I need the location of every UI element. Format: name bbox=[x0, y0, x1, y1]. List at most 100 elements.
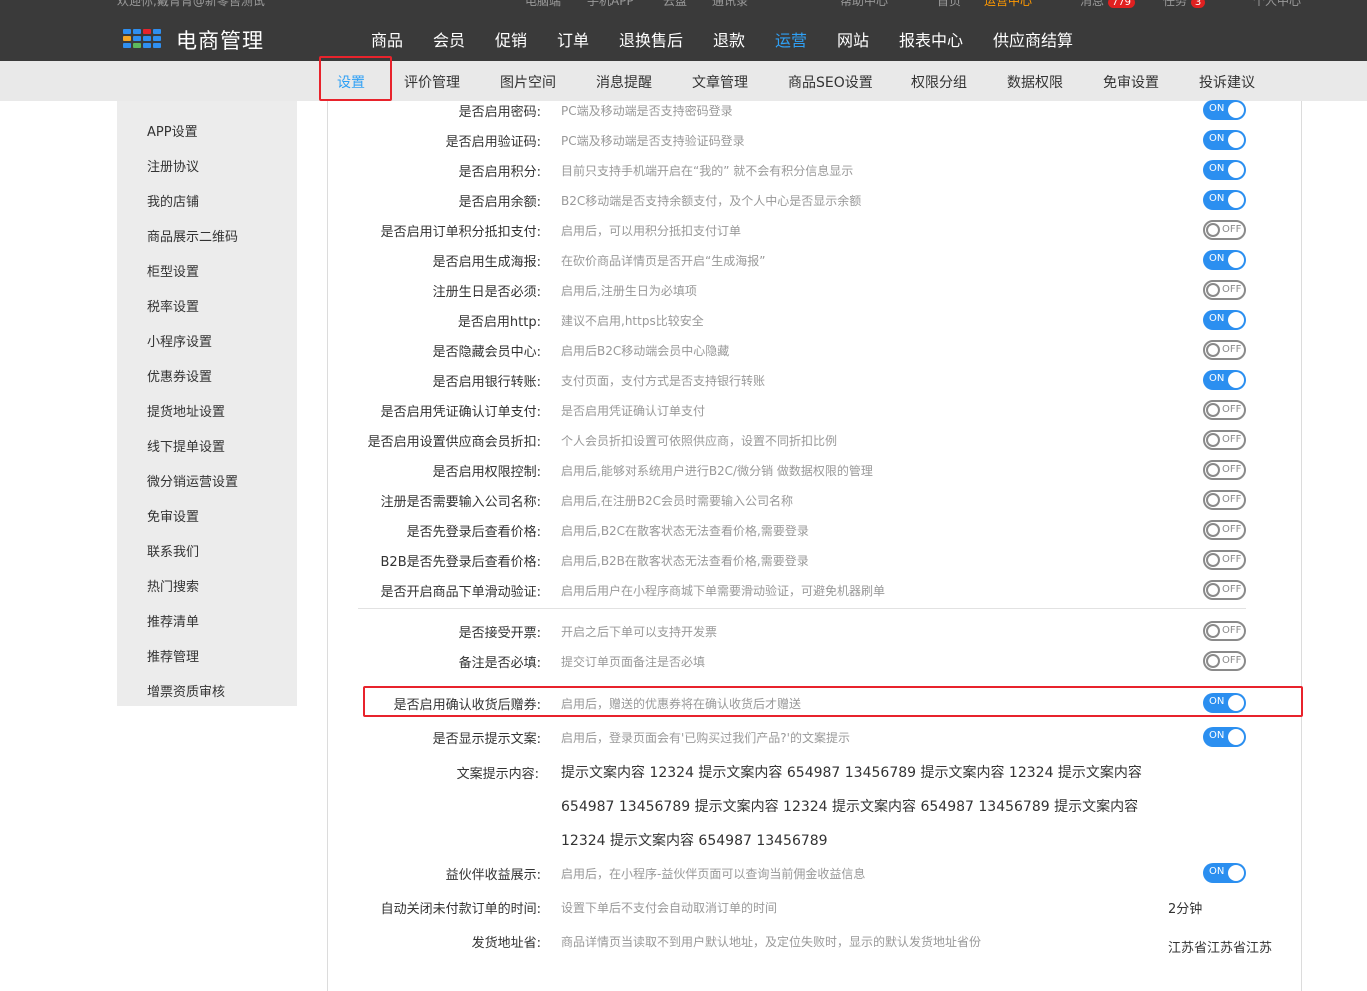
nav-orders[interactable]: 订单 bbox=[557, 27, 589, 51]
link-pc[interactable]: 电脑端 bbox=[525, 0, 561, 9]
setting-label: 是否启用验证码: bbox=[445, 135, 541, 150]
link-app[interactable]: 手机APP bbox=[587, 0, 634, 9]
toggle-knob bbox=[1206, 433, 1220, 447]
toggle-switch[interactable]: ON bbox=[1203, 190, 1246, 210]
tab-product-seo[interactable]: 商品SEO设置 bbox=[788, 72, 873, 92]
setting-row: 是否启用订单积分抵扣支付: 启用后，可以用积分抵扣支付订单 OFF bbox=[328, 220, 1303, 241]
sidebar-item-vat-qualification[interactable]: 增票资质审核 bbox=[147, 681, 225, 700]
sidebar-item-my-store[interactable]: 我的店铺 bbox=[147, 191, 199, 210]
toggle-switch[interactable]: OFF bbox=[1203, 520, 1246, 540]
toggle-switch[interactable]: OFF bbox=[1203, 280, 1246, 300]
toggle-switch[interactable]: OFF bbox=[1203, 460, 1246, 480]
toggle-state-text: OFF bbox=[1222, 584, 1242, 595]
sidebar-item-pickup-address[interactable]: 提货地址设置 bbox=[147, 401, 225, 420]
nav-operations[interactable]: 运营 bbox=[775, 27, 807, 51]
tip-content-text[interactable]: 提示文案内容 12324 提示文案内容 654987 13456789 提示文案… bbox=[561, 756, 1171, 858]
setting-label: 注册是否需要输入公司名称: bbox=[380, 495, 541, 510]
toggle-switch[interactable]: ON bbox=[1203, 250, 1246, 270]
setting-description: 启用后,在注册B2C会员时需要输入公司名称 bbox=[561, 494, 794, 508]
nav-supplier-settlement[interactable]: 供应商结算 bbox=[993, 27, 1073, 51]
toggle-state-text: ON bbox=[1209, 866, 1225, 877]
sidebar-item-contact-us[interactable]: 联系我们 bbox=[147, 541, 199, 560]
toggle-switch[interactable]: OFF bbox=[1203, 621, 1246, 641]
tab-articles[interactable]: 文章管理 bbox=[692, 72, 748, 92]
link-help[interactable]: 帮助中心 bbox=[840, 0, 888, 9]
toggle-switch[interactable]: ON bbox=[1203, 130, 1246, 150]
toggle-knob bbox=[1228, 865, 1244, 881]
toggle-switch[interactable]: ON bbox=[1203, 160, 1246, 180]
toggle-switch[interactable]: OFF bbox=[1203, 430, 1246, 450]
sidebar-item-cabinet-type[interactable]: 柜型设置 bbox=[147, 261, 199, 280]
sidebar-item-registration-agreement[interactable]: 注册协议 bbox=[147, 156, 199, 175]
toggle-switch[interactable]: OFF bbox=[1203, 220, 1246, 240]
tab-data-permissions[interactable]: 数据权限 bbox=[1007, 72, 1063, 92]
sidebar-item-exempt-review[interactable]: 免审设置 bbox=[147, 506, 199, 525]
toggle-state-text: OFF bbox=[1222, 434, 1242, 445]
setting-description: PC端及移动端是否支持验证码登录 bbox=[561, 134, 745, 148]
nav-returns[interactable]: 退换售后 bbox=[619, 27, 683, 51]
tab-image-space[interactable]: 图片空间 bbox=[500, 72, 556, 92]
toggle-switch[interactable]: ON bbox=[1203, 727, 1246, 747]
toggle-knob bbox=[1228, 372, 1244, 388]
toggle-switch[interactable]: OFF bbox=[1203, 400, 1246, 420]
tab-exempt-review[interactable]: 免审设置 bbox=[1103, 72, 1159, 92]
nav-refunds[interactable]: 退款 bbox=[713, 27, 745, 51]
toggle-switch[interactable]: OFF bbox=[1203, 490, 1246, 510]
toggle-state-text: OFF bbox=[1222, 625, 1242, 636]
link-tasks[interactable]: 任务 3 bbox=[1163, 0, 1206, 9]
sidebar-item-micro-distribution[interactable]: 微分销运营设置 bbox=[147, 471, 238, 490]
toggle-switch[interactable]: OFF bbox=[1203, 580, 1246, 600]
sidebar-item-product-qrcode[interactable]: 商品展示二维码 bbox=[147, 226, 238, 245]
link-cloud[interactable]: 云盘 bbox=[663, 0, 687, 9]
toggle-state-text: OFF bbox=[1222, 655, 1242, 666]
nav-reports[interactable]: 报表中心 bbox=[899, 27, 963, 51]
brand-logo[interactable]: 电商管理 bbox=[123, 25, 264, 55]
toggle-knob bbox=[1206, 223, 1220, 237]
tab-reviews[interactable]: 评价管理 bbox=[404, 72, 460, 92]
toggle-knob bbox=[1228, 729, 1244, 745]
setting-description: 启用后,B2C在散客状态无法查看价格,需要登录 bbox=[561, 524, 809, 538]
tab-complaints[interactable]: 投诉建议 bbox=[1199, 72, 1255, 92]
toggle-switch[interactable]: ON bbox=[1203, 863, 1246, 883]
toggle-switch[interactable]: ON bbox=[1203, 100, 1246, 120]
setting-label: 是否接受开票: bbox=[458, 626, 541, 641]
toggle-switch[interactable]: OFF bbox=[1203, 651, 1246, 671]
toggle-knob bbox=[1228, 162, 1244, 178]
toggle-switch[interactable]: OFF bbox=[1203, 340, 1246, 360]
link-personal-center[interactable]: 个人中心 bbox=[1253, 0, 1301, 9]
link-contacts[interactable]: 通讯录 bbox=[712, 0, 748, 9]
sidebar-item-hot-search[interactable]: 热门搜索 bbox=[147, 576, 199, 595]
tab-permission-groups[interactable]: 权限分组 bbox=[911, 72, 967, 92]
setting-value[interactable]: 2分钟 bbox=[1168, 898, 1202, 917]
tab-message-alerts[interactable]: 消息提醒 bbox=[596, 72, 652, 92]
setting-description: 个人会员折扣设置可依照供应商，设置不同折扣比例 bbox=[561, 434, 838, 448]
sidebar-item-offline-order[interactable]: 线下提单设置 bbox=[147, 436, 225, 455]
highlight-box-settings-tab bbox=[319, 56, 392, 101]
nav-website[interactable]: 网站 bbox=[837, 27, 869, 51]
link-messages[interactable]: 消息 779 bbox=[1080, 0, 1135, 9]
setting-row: 注册是否需要输入公司名称: 启用后,在注册B2C会员时需要输入公司名称 OFF bbox=[328, 490, 1303, 511]
sidebar-item-mini-program[interactable]: 小程序设置 bbox=[147, 331, 212, 350]
sidebar-item-tax-rate[interactable]: 税率设置 bbox=[147, 296, 199, 315]
link-home[interactable]: 首页 bbox=[937, 0, 961, 9]
nav-promotions[interactable]: 促销 bbox=[495, 27, 527, 51]
setting-description: 启用后，在小程序-益伙伴页面可以查询当前佣金收益信息 bbox=[561, 867, 866, 881]
toggle-switch[interactable]: ON bbox=[1203, 370, 1246, 390]
sidebar-item-app-settings[interactable]: APP设置 bbox=[147, 121, 198, 140]
setting-row: 是否启用验证码: PC端及移动端是否支持验证码登录 ON bbox=[328, 130, 1303, 151]
link-ops-center[interactable]: 运营中心 bbox=[984, 0, 1032, 9]
toggle-state-text: OFF bbox=[1222, 224, 1242, 235]
grid-logo-icon bbox=[123, 29, 163, 51]
sub-nav: 设置 评价管理 图片空间 消息提醒 文章管理 商品SEO设置 权限分组 数据权限… bbox=[0, 61, 1367, 101]
setting-row: 益伙伴收益展示: 启用后，在小程序-益伙伴页面可以查询当前佣金收益信息 ON bbox=[328, 863, 1303, 884]
nav-products[interactable]: 商品 bbox=[371, 27, 403, 51]
toggle-switch[interactable]: ON bbox=[1203, 310, 1246, 330]
toggle-switch[interactable]: OFF bbox=[1203, 550, 1246, 570]
sidebar-item-recommend-manage[interactable]: 推荐管理 bbox=[147, 646, 199, 665]
setting-label: B2B是否先登录后查看价格: bbox=[380, 555, 542, 570]
sidebar-item-recommend-list[interactable]: 推荐清单 bbox=[147, 611, 199, 630]
sidebar-item-coupons[interactable]: 优惠券设置 bbox=[147, 366, 212, 385]
setting-row: 是否先登录后查看价格: 启用后,B2C在散客状态无法查看价格,需要登录 OFF bbox=[328, 520, 1303, 541]
setting-row: 注册生日是否必须: 启用后,注册生日为必填项 OFF bbox=[328, 280, 1303, 301]
nav-members[interactable]: 会员 bbox=[433, 27, 465, 51]
